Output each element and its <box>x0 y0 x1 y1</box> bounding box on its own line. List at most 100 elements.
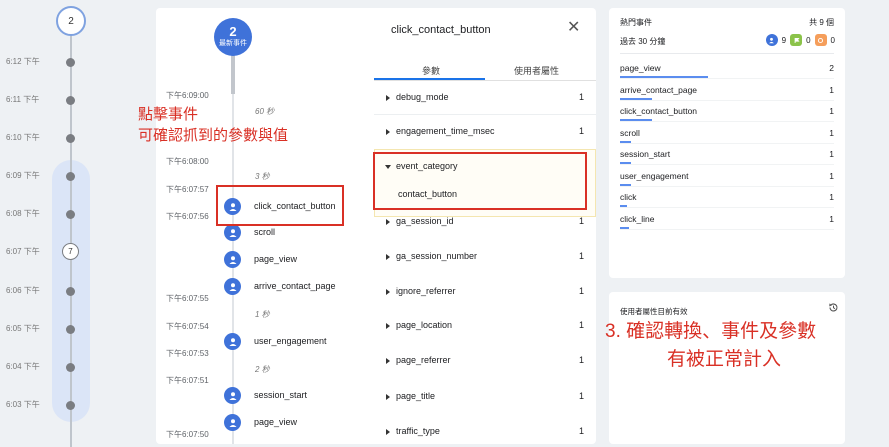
event-stream-scroll-indicator[interactable] <box>231 52 235 94</box>
row-divider <box>620 143 834 144</box>
caret-right-icon <box>386 289 390 295</box>
minute-row[interactable]: 6:12 下午 <box>0 55 110 69</box>
minute-label: 6:11 下午 <box>6 95 40 104</box>
param-divider <box>374 114 596 115</box>
event-timestamp: 下午6:07:53 <box>166 349 209 358</box>
minute-row[interactable]: 6:05 下午 <box>0 322 110 336</box>
param-name: ga_session_number <box>396 251 478 261</box>
minute-row[interactable]: 6:08 下午 <box>0 207 110 221</box>
latest-events-bubble[interactable]: 2 最新事件 <box>214 18 252 56</box>
minute-row[interactable]: 6:04 下午 <box>0 360 110 374</box>
minute-dot <box>66 134 75 143</box>
latest-minute-count[interactable]: 2 <box>56 6 86 36</box>
event-label: page_view <box>254 254 298 264</box>
caret-right-icon <box>386 95 390 101</box>
event-label: page_view <box>254 417 298 427</box>
caret-right-icon <box>386 394 390 400</box>
error-count-value: 0 <box>830 35 835 45</box>
minute-label: 6:04 下午 <box>6 362 40 371</box>
top-event-bar <box>620 162 631 164</box>
event-item-page-view[interactable]: page_view <box>224 251 354 269</box>
top-event-bar <box>620 227 629 229</box>
param-value: 1 <box>578 251 584 261</box>
top-event-count: 1 <box>829 171 834 181</box>
top-event-name: user_engagement <box>620 171 689 181</box>
top-event-name: click_contact_button <box>620 106 698 116</box>
top-event-row[interactable]: click 1 <box>620 192 834 208</box>
event-item-user-engagement[interactable]: user_engagement <box>224 333 354 351</box>
minute-row[interactable]: 6:11 下午 <box>0 93 110 107</box>
event-item-scroll[interactable]: scroll <box>224 224 354 242</box>
user-icon <box>224 387 241 404</box>
minute-row[interactable]: 6:10 下午 <box>0 131 110 145</box>
event-item-arrive-contact-page[interactable]: arrive_contact_page <box>224 278 354 296</box>
top-event-row[interactable]: click_line 1 <box>620 214 834 230</box>
tab-params[interactable]: 參數 <box>422 64 440 77</box>
event-count-value: 9 <box>781 35 787 45</box>
event-item-session-start[interactable]: session_start <box>224 387 354 405</box>
top-event-name: click <box>620 192 637 202</box>
param-row-page-title[interactable]: page_title 1 <box>374 390 596 408</box>
event-type-counts: 9 0 0 <box>765 33 835 47</box>
top-event-row[interactable]: session_start 1 <box>620 149 834 165</box>
param-row-ga-session-number[interactable]: ga_session_number 1 <box>374 250 596 268</box>
caret-right-icon <box>386 219 390 225</box>
user-icon <box>224 414 241 431</box>
minute-row[interactable]: 6:07 下午 7 <box>0 243 110 260</box>
param-value: 1 <box>578 92 584 102</box>
top-event-name: arrive_contact_page <box>620 85 698 95</box>
minute-dot <box>66 325 75 334</box>
minute-timeline: 2 6:12 下午 6:11 下午 6:10 下午 6:09 下午 6:08 下… <box>0 0 110 447</box>
param-row-page-location[interactable]: page_location 1 <box>374 319 596 337</box>
top-event-bar <box>620 76 708 78</box>
param-row-debug-mode[interactable]: debug_mode 1 <box>374 91 596 109</box>
minute-row[interactable]: 6:06 下午 <box>0 284 110 298</box>
minute-event-count: 7 <box>62 243 79 260</box>
top-event-row[interactable]: scroll 1 <box>620 128 834 144</box>
close-icon[interactable]: ✕ <box>567 20 580 36</box>
top-event-count: 1 <box>829 214 834 224</box>
row-divider <box>620 100 834 101</box>
event-label: arrive_contact_page <box>254 281 336 291</box>
top-event-name: scroll <box>620 128 640 138</box>
top-event-count: 1 <box>829 85 834 95</box>
param-row-engagement-time-msec[interactable]: engagement_time_msec 1 <box>374 125 596 143</box>
param-name: ignore_referrer <box>396 286 456 296</box>
minute-dot <box>66 210 75 219</box>
row-divider <box>620 78 834 79</box>
top-event-count: 1 <box>829 128 834 138</box>
param-row-ignore-referrer[interactable]: ignore_referrer 1 <box>374 285 596 303</box>
error-icon <box>814 34 827 46</box>
top-event-row[interactable]: click_contact_button 1 <box>620 106 834 122</box>
minute-row[interactable]: 6:03 下午 <box>0 398 110 412</box>
caret-right-icon <box>386 254 390 260</box>
caret-right-icon <box>386 358 390 364</box>
event-timestamp: 下午6:07:57 <box>166 185 209 194</box>
top-event-row[interactable]: user_engagement 1 <box>620 171 834 187</box>
param-row-traffic-type[interactable]: traffic_type 1 <box>374 425 596 443</box>
param-value: 1 <box>578 286 584 296</box>
minute-label: 6:10 下午 <box>6 133 40 142</box>
minute-dot <box>66 172 75 181</box>
param-value: 1 <box>578 216 584 226</box>
event-label: session_start <box>254 390 308 400</box>
event-timestamp: 下午6:09:00 <box>166 91 209 100</box>
param-name: traffic_type <box>396 426 440 436</box>
event-item-page-view[interactable]: page_view <box>224 414 354 432</box>
top-event-row[interactable]: page_view 2 <box>620 63 834 79</box>
user-icon <box>224 224 241 241</box>
minute-row[interactable]: 6:09 下午 <box>0 169 110 183</box>
event-timestamp: 下午6:07:55 <box>166 294 209 303</box>
event-timestamp: 下午6:07:56 <box>166 212 209 221</box>
param-row-page-referrer[interactable]: page_referrer 1 <box>374 354 596 372</box>
top-event-name: session_start <box>620 149 671 159</box>
param-name: engagement_time_msec <box>396 126 495 136</box>
top-events-card: 熱門事件 共 9 個 過去 30 分鐘 9 0 0 page_view 2 arr… <box>609 8 845 278</box>
tab-user-properties[interactable]: 使用者屬性 <box>514 64 559 77</box>
param-row-ga-session-id[interactable]: ga_session_id 1 <box>374 215 596 233</box>
top-events-total: 共 9 個 <box>809 18 834 27</box>
top-event-row[interactable]: arrive_contact_page 1 <box>620 85 834 101</box>
history-icon[interactable] <box>828 302 839 313</box>
row-divider <box>620 121 834 122</box>
latest-events-count: 2 <box>229 24 237 39</box>
